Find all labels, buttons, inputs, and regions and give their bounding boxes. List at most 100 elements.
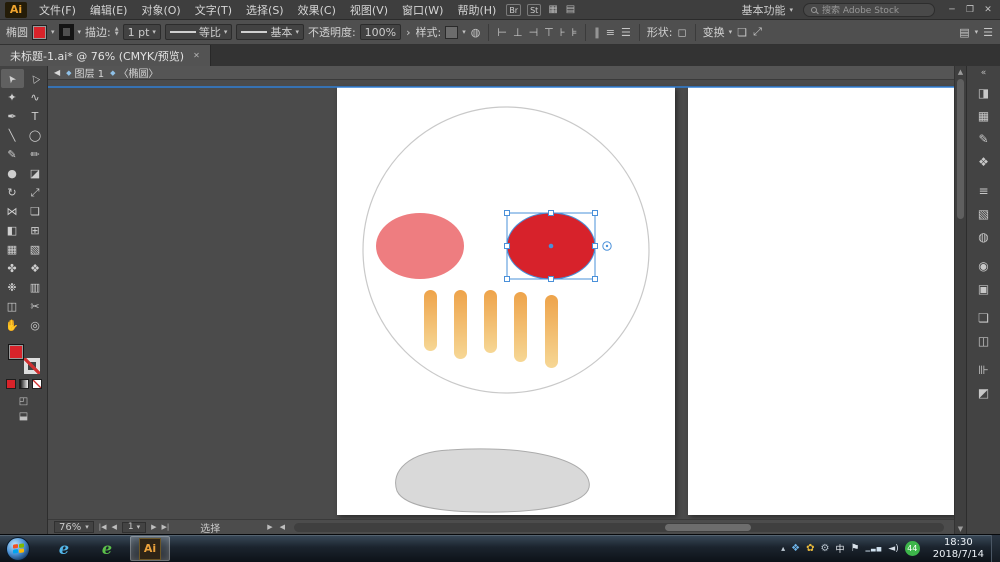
menu-effect[interactable]: 效果(C)	[291, 2, 343, 18]
distribute-spacing-icon[interactable]: ☰	[620, 26, 632, 39]
taskbar-illustrator[interactable]: Ai	[130, 536, 170, 561]
menu-view[interactable]: 视图(V)	[343, 2, 395, 18]
document-tab[interactable]: 未标题-1.ai* @ 76% (CMYK/预览) ✕	[0, 45, 211, 66]
perspective-grid-tool[interactable]: ⊞	[24, 221, 47, 240]
network-icon[interactable]: ▁▃▅	[865, 545, 882, 552]
volume-icon[interactable]: ◄)	[888, 544, 898, 554]
hidden-icons-button[interactable]: ▴	[781, 544, 785, 553]
symbol-sprayer-tool[interactable]: ❉	[1, 278, 24, 297]
document-layout-icon[interactable]: ▤	[566, 4, 575, 15]
tooth-bar-1[interactable]	[424, 290, 437, 351]
control-menu-icon[interactable]: ☰	[982, 26, 994, 39]
scroll-up-icon[interactable]: ▲	[955, 66, 966, 77]
style-chevron-icon[interactable]: ▾	[462, 28, 466, 36]
pathfinder-panel-icon[interactable]: ◩	[971, 381, 997, 404]
tab-close-icon[interactable]: ✕	[193, 51, 200, 60]
workspace-switcher[interactable]: 基本功能 ▾	[741, 2, 793, 18]
left-eye-ellipse[interactable]	[376, 213, 464, 279]
blend-tool[interactable]: ❖	[24, 259, 47, 278]
input-method-indicator[interactable]: 中	[835, 542, 844, 555]
brush-definition-dropdown[interactable]: 基本 ▾	[236, 24, 304, 40]
align-bottom-icon[interactable]: ⊧	[570, 26, 578, 39]
none-button[interactable]	[32, 379, 42, 389]
rotate-tool[interactable]: ↻	[1, 183, 24, 202]
appearance-panel-icon[interactable]: ◉	[971, 254, 997, 277]
transform-chevron-icon[interactable]: ▾	[729, 28, 733, 36]
magic-wand-tool[interactable]: ✦	[1, 88, 24, 107]
panel-options-chevron-icon[interactable]: ▾	[975, 28, 979, 36]
pasteboard[interactable]	[48, 80, 954, 519]
minimize-button[interactable]: ─	[943, 5, 961, 15]
taskbar-green-browser[interactable]: e	[87, 536, 127, 561]
eyedropper-tool[interactable]: ✤	[1, 259, 24, 278]
center-point[interactable]	[549, 244, 554, 249]
close-button[interactable]: ✕	[979, 5, 997, 15]
horizontal-scrollbar[interactable]	[294, 523, 944, 532]
hand-tool[interactable]: ✋	[1, 316, 24, 335]
show-desktop-button[interactable]	[991, 535, 1000, 562]
handle-bottom-left[interactable]	[505, 277, 510, 282]
handle-mid-left[interactable]	[505, 244, 510, 249]
zoom-dropdown[interactable]: 76% ▾	[54, 521, 94, 533]
draw-mode-button[interactable]: ◰	[19, 396, 28, 407]
stroke-weight-chevron-icon[interactable]: ▾	[152, 28, 156, 36]
align-center-h-icon[interactable]: ⊥	[512, 26, 524, 39]
tray-app-3-icon[interactable]: ⚙	[820, 543, 829, 554]
menu-type[interactable]: 文字(T)	[188, 2, 239, 18]
screen-mode-button[interactable]: ⬓	[19, 411, 28, 422]
bridge-icon[interactable]: Br	[506, 4, 521, 16]
tooth-bar-4[interactable]	[514, 292, 527, 362]
stroke-swatch[interactable]	[24, 358, 40, 374]
fill-swatch[interactable]	[8, 344, 24, 360]
gradient-panel-icon[interactable]: ▧	[971, 202, 997, 225]
direct-selection-tool[interactable]: ▷	[24, 69, 47, 88]
handle-bottom-right[interactable]	[593, 277, 598, 282]
handle-top-right[interactable]	[593, 211, 598, 216]
fill-color-swatch[interactable]	[32, 25, 47, 40]
next-artboard-button[interactable]: ▶	[151, 523, 156, 531]
swatches-panel-icon[interactable]: ▦	[971, 104, 997, 127]
stroke-weight-field[interactable]: 1 pt ▾	[123, 24, 161, 40]
type-tool[interactable]: T	[24, 107, 47, 126]
align-left-icon[interactable]: ⊢	[496, 26, 508, 39]
menu-select[interactable]: 选择(S)	[239, 2, 291, 18]
stroke-weight-stepper[interactable]: ▲ ▼	[115, 27, 119, 37]
selection-tool[interactable]: ➤	[1, 69, 24, 88]
color-button[interactable]	[6, 379, 16, 389]
pencil-tool[interactable]: ✏	[24, 145, 47, 164]
shape-builder-tool[interactable]: ◧	[1, 221, 24, 240]
vertical-scrollbar[interactable]: ▲ ▼	[954, 66, 966, 534]
handle-top-left[interactable]	[505, 211, 510, 216]
stepper-down-icon[interactable]: ▼	[115, 32, 119, 37]
menu-file[interactable]: 文件(F)	[32, 2, 83, 18]
zoom-tool[interactable]: ◎	[24, 316, 47, 335]
width-tool[interactable]: ⋈	[1, 202, 24, 221]
distribute-h-icon[interactable]: ∥	[593, 26, 601, 39]
scale-corners-icon[interactable]: ⤢	[752, 25, 763, 39]
horizontal-scroll-thumb[interactable]	[665, 524, 751, 531]
breadcrumb-object[interactable]: ◆ 〈椭圆〉	[110, 65, 158, 80]
stroke-panel-icon[interactable]: ≡	[971, 179, 997, 202]
blob-brush-tool[interactable]: ●	[1, 164, 24, 183]
breadcrumb-layer[interactable]: ◆ 图层 1	[66, 65, 104, 80]
artboard-number-field[interactable]: 1 ▾	[122, 522, 146, 533]
eraser-tool[interactable]: ◪	[24, 164, 47, 183]
transform-link[interactable]: 变换	[703, 24, 725, 40]
stroke-chevron-icon[interactable]: ▾	[78, 28, 82, 36]
menu-object[interactable]: 对象(O)	[134, 2, 187, 18]
column-graph-tool[interactable]: ▥	[24, 278, 47, 297]
graphic-styles-panel-icon[interactable]: ▣	[971, 277, 997, 300]
align-top-icon[interactable]: ⊤	[543, 26, 555, 39]
stroke-color-swatch[interactable]	[59, 24, 74, 40]
align-center-v-icon[interactable]: ⊦	[559, 26, 567, 39]
tray-app-1-icon[interactable]: ❖	[791, 543, 800, 554]
first-artboard-button[interactable]: |◀	[99, 523, 107, 531]
opacity-field[interactable]: 100%	[360, 24, 401, 40]
ellipse-tool[interactable]: ◯	[24, 126, 47, 145]
distribute-v-icon[interactable]: ≡	[605, 26, 616, 39]
start-button[interactable]	[6, 537, 30, 561]
free-transform-tool[interactable]: ❏	[24, 202, 47, 221]
last-artboard-button[interactable]: ▶|	[162, 523, 170, 531]
status-arrow-right-icon[interactable]: ▶	[267, 523, 272, 531]
taskbar-internet-explorer[interactable]: e	[44, 536, 84, 561]
